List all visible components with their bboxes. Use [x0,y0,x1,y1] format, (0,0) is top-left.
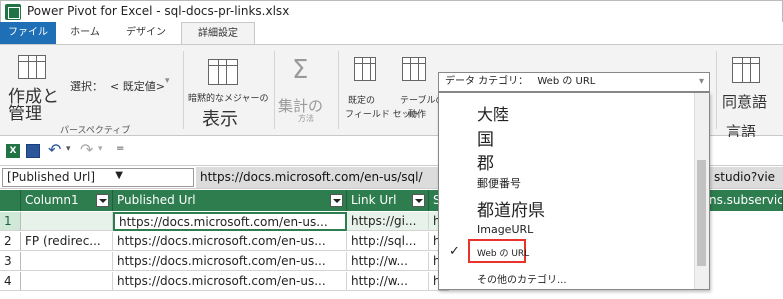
window-title: Power Pivot for Excel - sql-docs-pr-link… [27,4,290,18]
excel-icon[interactable]: X [6,144,20,158]
formula-value-left: https://docs.microsoft.com/en-us/sql/ [200,170,423,184]
filter-dropdown-icon[interactable] [330,194,343,207]
create-manage-perspective-button[interactable]: 作成と 管理 [4,51,62,124]
implicit-measure-icon [208,59,238,85]
show-label: 表示 [202,109,238,130]
dropdown-item-image-url[interactable]: ImageURL [477,223,533,236]
name-box[interactable]: [Published Url] ▼ [2,168,194,187]
ribbon-tab-bar: ファイル ホーム デザイン 詳細設定 [0,22,783,44]
data-category-dropdown-list: 大陸 国 郡 郵便番号 都道府県 ImageURL ✓ Web の URL その… [438,92,710,290]
data-category-label: データ カテゴリ： [445,76,529,87]
column-header-published-url[interactable]: Published Url [113,190,347,211]
table-cell[interactable]: http://w... [347,252,429,271]
column-header-link-url[interactable]: Link Url [347,190,429,211]
column-header-label: Column1 [25,193,79,207]
check-icon: ✓ [449,244,460,259]
row-header[interactable]: 2 [0,232,21,251]
name-box-value: [Published Url] [7,170,96,184]
synonyms-button[interactable]: 同意語 [720,51,780,125]
title-bar: Power Pivot for Excel - sql-docs-pr-link… [0,0,783,22]
table-cell-selected[interactable]: https://docs.microsoft.com/en-us... [113,212,347,231]
data-category-combo[interactable]: データ カテゴリ： Web の URL ▾ [438,72,710,92]
row-header[interactable]: 4 [0,272,21,291]
dropdown-item-county[interactable]: 郡 [477,149,494,174]
chevron-down-icon: ▾ [165,76,170,86]
filter-dropdown-icon[interactable] [412,194,425,207]
table-cell[interactable]: https://gi... [347,212,429,231]
dropdown-item-country[interactable]: 国 [477,125,494,150]
table-cell[interactable] [21,272,113,291]
implicit-measure-label: 暗黙的なメジャーの [188,94,269,104]
chevron-down-icon: ▼ [115,170,123,181]
table-cell[interactable]: FP (redirec... [21,232,113,251]
table-behavior-label-2: 動作 [408,110,427,120]
table-cell[interactable]: http://w... [347,272,429,291]
perspective-grid-icon [18,55,46,79]
default-field-set-button[interactable]: 既定の フィールド セット [342,51,420,125]
undo-icon[interactable]: ↶ [48,140,61,159]
table-behavior-button[interactable]: テーブルの 動作 [400,51,444,125]
create-manage-label: 作成と 管理 [8,87,59,124]
table-cell[interactable]: https://docs.microsoft.com/en-us... [113,232,347,251]
redo-icon[interactable]: ↷ [80,140,93,159]
dropdown-item-more-categories[interactable]: その他のカテゴリ... [477,271,567,286]
column-header-label: Published Url [117,193,196,207]
save-icon[interactable] [26,144,40,158]
customize-qat-icon[interactable]: = [116,143,124,154]
table-cell[interactable]: https://docs.microsoft.com/en-us... [113,252,347,271]
dropdown-scrollbar-thumb[interactable] [697,160,706,266]
filter-dropdown-icon[interactable] [96,194,109,207]
summarize-small-label: 方法 [298,114,314,123]
column-header-label: ns.subservic [709,193,783,207]
dropdown-item-web-url[interactable]: Web の URL [477,246,529,259]
row-header[interactable]: 3 [0,252,21,271]
synonyms-label: 同意語 [722,93,768,111]
corner-cell[interactable] [0,190,21,211]
table-cell[interactable] [21,212,113,231]
dropdown-item-continent[interactable]: 大陸 [477,101,509,125]
synonyms-icon [732,57,760,83]
tab-file[interactable]: ファイル [0,22,56,44]
tab-design[interactable]: デザイン [116,22,176,44]
row-header[interactable]: 1 [0,212,21,231]
perspective-group-label: パースペクティブ [60,126,131,136]
table-cell[interactable] [21,252,113,271]
chevron-down-icon: ▾ [698,76,704,87]
field-set-icon [354,57,376,81]
table-cell[interactable]: http://sql... [347,232,429,251]
data-category-value: Web の URL [537,76,596,87]
tab-advanced[interactable]: 詳細設定 [181,22,255,44]
excel-logo-icon [5,4,21,20]
undo-dropdown-icon[interactable]: ▾ [66,144,71,154]
table-behavior-icon [402,57,426,81]
perspective-select[interactable]: < 既定値> [110,78,165,94]
dropdown-item-postal-code[interactable]: 郵便番号 [477,175,521,191]
dropdown-item-state[interactable]: 都道府県 [477,196,545,221]
column-header-column1[interactable]: Column1 [21,190,113,211]
default-field-set-label-1: 既定の [348,96,376,106]
redo-dropdown-icon[interactable]: ▾ [98,144,103,154]
column-header-label: Link Url [351,193,397,207]
perspective-select-label: 選択： [70,80,103,93]
tab-home[interactable]: ホーム [60,22,110,44]
table-cell[interactable]: https://docs.microsoft.com/en-us... [113,272,347,291]
sigma-icon: Σ [292,55,309,85]
summarize-by-button[interactable]: Σ 集計の 方法 [276,51,334,125]
show-implicit-measures-button[interactable]: 暗黙的なメジャーの 表示 [186,51,272,130]
formula-value-right: studio?vie [714,170,776,184]
